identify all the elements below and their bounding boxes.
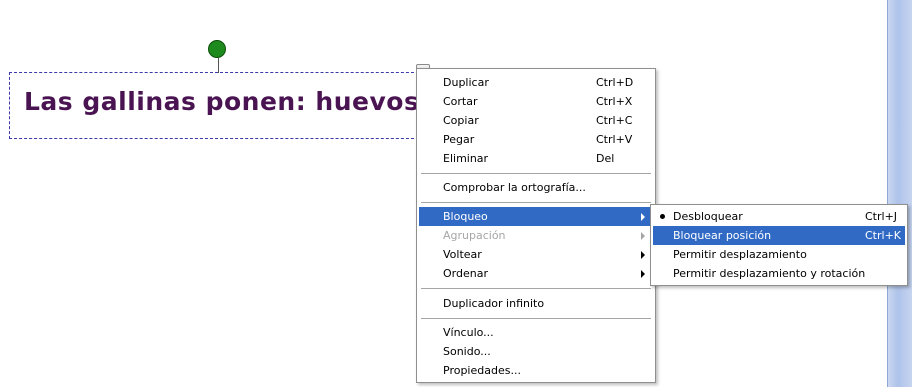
menu-item-label: Vínculo...: [443, 326, 494, 339]
menu-item-label: Bloqueo: [443, 210, 488, 223]
radio-bullet-icon: [660, 214, 665, 219]
menu-item-sonido[interactable]: Sonido...: [419, 342, 653, 361]
submenu-item-shortcut: Ctrl+J: [865, 210, 898, 223]
menu-item-label: Duplicar: [443, 76, 489, 89]
menu-item-label: Agrupación: [443, 229, 506, 242]
submenu-arrow-icon: [641, 232, 645, 240]
menu-item-shortcut: Ctrl+X: [596, 95, 633, 108]
menu-item-ordenar[interactable]: Ordenar: [419, 264, 653, 283]
menu-item-eliminar[interactable]: Eliminar Del: [419, 149, 653, 168]
menu-item-vinculo[interactable]: Vínculo...: [419, 323, 653, 342]
menu-item-copiar[interactable]: Copiar Ctrl+C: [419, 111, 653, 130]
submenu-item-label: Permitir desplazamiento: [673, 248, 807, 261]
submenu-item-label: Desbloquear: [673, 210, 743, 223]
menu-item-label: Sonido...: [443, 345, 491, 358]
menu-item-label: Ordenar: [443, 267, 488, 280]
rotate-handle-icon[interactable]: [208, 40, 226, 58]
menu-item-shortcut: Ctrl+V: [596, 133, 633, 146]
submenu-arrow-icon: [641, 270, 645, 278]
submenu-item-label: Permitir desplazamiento y rotación: [673, 267, 866, 280]
menu-separator: [421, 202, 651, 203]
menu-separator: [421, 318, 651, 319]
menu-item-shortcut: Ctrl+D: [596, 76, 634, 89]
menu-item-agrupacion: Agrupación: [419, 226, 653, 245]
submenu-arrow-icon: [641, 213, 645, 221]
menu-item-label: Cortar: [443, 95, 478, 108]
menu-item-shortcut: Del: [596, 152, 615, 165]
menu-item-label: Eliminar: [443, 152, 489, 165]
menu-item-label: Comprobar la ortografía...: [443, 181, 586, 194]
menu-item-cortar[interactable]: Cortar Ctrl+X: [419, 92, 653, 111]
menu-item-label: Duplicador infinito: [443, 297, 545, 310]
context-menu: Duplicar Ctrl+D Cortar Ctrl+X Copiar Ctr…: [416, 68, 656, 383]
submenu-item-permitir-desplazamiento-rotacion[interactable]: Permitir desplazamiento y rotación: [653, 264, 905, 283]
menu-item-propiedades[interactable]: Propiedades...: [419, 361, 653, 380]
menu-item-label: Voltear: [443, 248, 482, 261]
side-panel: [880, 0, 912, 387]
menu-item-shortcut: Ctrl+C: [596, 114, 633, 127]
menu-separator: [421, 288, 651, 289]
submenu-item-permitir-desplazamiento[interactable]: Permitir desplazamiento: [653, 245, 905, 264]
menu-item-voltear[interactable]: Voltear: [419, 245, 653, 264]
menu-item-label: Propiedades...: [443, 364, 521, 377]
menu-separator: [421, 173, 651, 174]
submenu-item-shortcut: Ctrl+K: [865, 229, 902, 242]
submenu-item-label: Bloquear posición: [673, 229, 772, 242]
menu-item-comprobar-ortografia[interactable]: Comprobar la ortografía...: [419, 178, 653, 197]
menu-item-label: Pegar: [443, 133, 475, 146]
menu-item-pegar[interactable]: Pegar Ctrl+V: [419, 130, 653, 149]
rotate-handle-stem: [218, 58, 219, 73]
submenu-arrow-icon: [641, 251, 645, 259]
text-object[interactable]: Las gallinas ponen: huevos: [9, 72, 424, 139]
menu-item-label: Copiar: [443, 114, 479, 127]
lock-submenu: Desbloquear Ctrl+J Bloquear posición Ctr…: [650, 204, 908, 286]
submenu-item-desbloquear[interactable]: Desbloquear Ctrl+J: [653, 207, 905, 226]
menu-item-bloqueo[interactable]: Bloqueo: [419, 207, 653, 226]
menu-item-duplicar[interactable]: Duplicar Ctrl+D: [419, 73, 653, 92]
side-panel-bar[interactable]: [887, 0, 912, 387]
menu-item-duplicador-infinito[interactable]: Duplicador infinito: [419, 294, 653, 313]
submenu-item-bloquear-posicion[interactable]: Bloquear posición Ctrl+K: [653, 226, 905, 245]
text-object-content: Las gallinas ponen: huevos: [24, 87, 420, 116]
